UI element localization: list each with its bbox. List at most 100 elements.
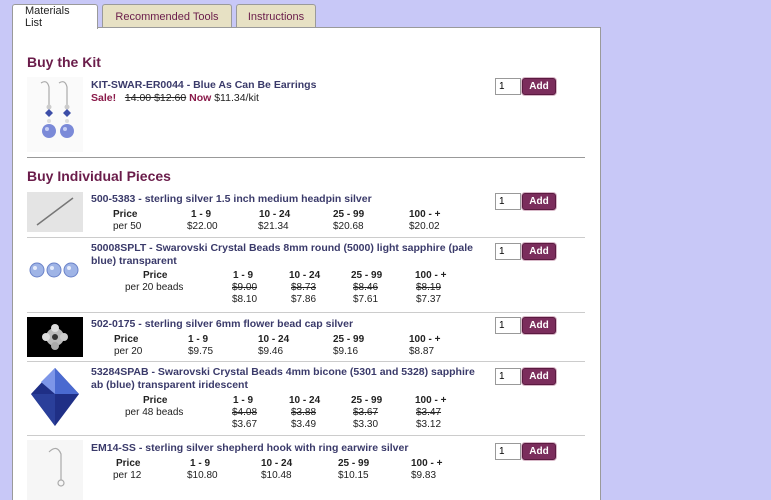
- tier-label: 100 - +: [415, 270, 447, 281]
- unit-label: per 50: [113, 221, 142, 232]
- price-label: Price: [143, 270, 168, 281]
- row-separator: [27, 312, 585, 313]
- tier-label: 10 - 24: [258, 334, 290, 345]
- tier-label: 10 - 24: [289, 395, 321, 406]
- price-table: Price 1 - 9 10 - 24 25 - 99 100 - + per …: [91, 209, 491, 233]
- tier-label: 1 - 9: [190, 458, 211, 469]
- item-add-button[interactable]: Add: [522, 193, 556, 210]
- item-add-button[interactable]: Add: [522, 317, 556, 334]
- tier-price: $7.86: [291, 294, 317, 305]
- sale-badge: Sale!: [91, 92, 117, 104]
- item-add-button[interactable]: Add: [522, 443, 556, 460]
- tab-recommended-tools[interactable]: Recommended Tools: [102, 4, 232, 28]
- unit-label: per 20 beads: [125, 282, 184, 293]
- tier-label: 100 - +: [411, 458, 443, 469]
- tier-old-price: $8.19: [416, 282, 442, 293]
- kit-thumbnail: [27, 77, 83, 152]
- tier-label: 25 - 99: [351, 395, 383, 406]
- tier-price: $10.15: [338, 470, 369, 481]
- tier-old-price: $9.00: [232, 282, 258, 293]
- section-divider: [27, 157, 585, 158]
- tier-price: $9.75: [188, 346, 214, 357]
- tier-label: 25 - 99: [333, 209, 365, 220]
- tier-price: $3.30: [353, 419, 379, 430]
- price-table: Price 1 - 9 10 - 24 25 - 99 100 - + per …: [115, 270, 495, 310]
- price-table: Price 1 - 9 10 - 24 25 - 99 100 - + per …: [115, 395, 495, 435]
- item-add-button[interactable]: Add: [522, 243, 556, 260]
- tier-old-price: $3.88: [291, 407, 317, 418]
- price-table: Price 1 - 9 10 - 24 25 - 99 100 - + per …: [91, 334, 491, 358]
- tier-label: 10 - 24: [259, 209, 291, 220]
- item-title[interactable]: 50008SPLT - Swarovski Crystal Beads 8mm …: [91, 242, 486, 268]
- price-label: Price: [143, 395, 168, 406]
- item-qty-input[interactable]: [495, 193, 521, 210]
- item-title[interactable]: EM14-SS - sterling silver shepherd hook …: [91, 442, 481, 455]
- tier-price: $22.00: [187, 221, 218, 232]
- tier-price: $7.61: [353, 294, 379, 305]
- tier-price: $7.37: [416, 294, 442, 305]
- tier-label: 25 - 99: [333, 334, 365, 345]
- item-qty-input[interactable]: [495, 243, 521, 260]
- tier-label: 25 - 99: [338, 458, 370, 469]
- tier-old-price: $8.46: [353, 282, 379, 293]
- tab-materials-list[interactable]: Materials List: [12, 4, 98, 29]
- item-thumbnail-earwire: [27, 440, 83, 500]
- tier-old-price: $8.73: [291, 282, 317, 293]
- price-table: Price 1 - 9 10 - 24 25 - 99 100 - + per …: [91, 458, 491, 482]
- row-separator: [27, 435, 585, 436]
- price-label: Price: [114, 334, 139, 345]
- tier-price: $9.83: [411, 470, 437, 481]
- price-label: Price: [113, 209, 138, 220]
- item-qty-input[interactable]: [495, 443, 521, 460]
- item-add-button[interactable]: Add: [522, 368, 556, 385]
- tier-label: 1 - 9: [233, 270, 254, 281]
- kit-sale-line: Sale! 14.00 $12.60 Now $11.34/kit: [91, 92, 259, 104]
- tier-price: $3.12: [416, 419, 442, 430]
- item-title[interactable]: 53284SPAB - Swarovski Crystal Beads 4mm …: [91, 366, 486, 392]
- unit-label: per 48 beads: [125, 407, 184, 418]
- row-separator: [27, 361, 585, 362]
- tier-label: 100 - +: [415, 395, 447, 406]
- kit-now-label: Now: [189, 92, 212, 104]
- tier-price: $8.10: [232, 294, 258, 305]
- tab-instructions[interactable]: Instructions: [236, 4, 316, 28]
- kit-title[interactable]: KIT-SWAR-ER0044 - Blue As Can Be Earring…: [91, 79, 471, 92]
- tier-old-price: $3.67: [353, 407, 379, 418]
- item-thumbnail-headpin: [27, 192, 83, 232]
- item-title[interactable]: 500-5383 - sterling silver 1.5 inch medi…: [91, 193, 481, 206]
- row-separator: [27, 237, 585, 238]
- kit-add-button[interactable]: Add: [522, 78, 556, 95]
- tier-label: 1 - 9: [233, 395, 254, 406]
- tier-price: $10.80: [187, 470, 218, 481]
- tier-label: 100 - +: [409, 209, 441, 220]
- tier-price: $3.67: [232, 419, 258, 430]
- item-qty-input[interactable]: [495, 368, 521, 385]
- tier-price: $9.16: [333, 346, 359, 357]
- tier-price: $20.02: [409, 221, 440, 232]
- tier-price: $3.49: [291, 419, 317, 430]
- kit-now-price: $11.34/kit: [214, 92, 259, 104]
- item-title[interactable]: 502-0175 - sterling silver 6mm flower be…: [91, 318, 481, 331]
- item-qty-input[interactable]: [495, 317, 521, 334]
- tier-price: $21.34: [258, 221, 289, 232]
- tier-label: 25 - 99: [351, 270, 383, 281]
- item-thumbnail-bead-cap: [27, 317, 83, 357]
- kit-qty-input[interactable]: [495, 78, 521, 95]
- tier-price: $10.48: [261, 470, 292, 481]
- kit-old-prices: 14.00 $12.60: [124, 92, 187, 104]
- tier-label: 10 - 24: [261, 458, 293, 469]
- item-thumbnail-crystal-round: [27, 245, 83, 295]
- tier-old-price: $4.08: [232, 407, 258, 418]
- individual-heading: Buy Individual Pieces: [27, 168, 171, 184]
- tier-price: $20.68: [333, 221, 364, 232]
- tier-label: 1 - 9: [191, 209, 212, 220]
- unit-label: per 12: [113, 470, 142, 481]
- tier-price: $9.46: [258, 346, 284, 357]
- tier-label: 1 - 9: [188, 334, 209, 345]
- price-label: Price: [116, 458, 141, 469]
- tier-label: 10 - 24: [289, 270, 321, 281]
- unit-label: per 20: [114, 346, 143, 357]
- tier-old-price: $3.47: [416, 407, 442, 418]
- tier-price: $8.87: [409, 346, 435, 357]
- tab-bar: Materials List Recommended Tools Instruc…: [12, 4, 320, 29]
